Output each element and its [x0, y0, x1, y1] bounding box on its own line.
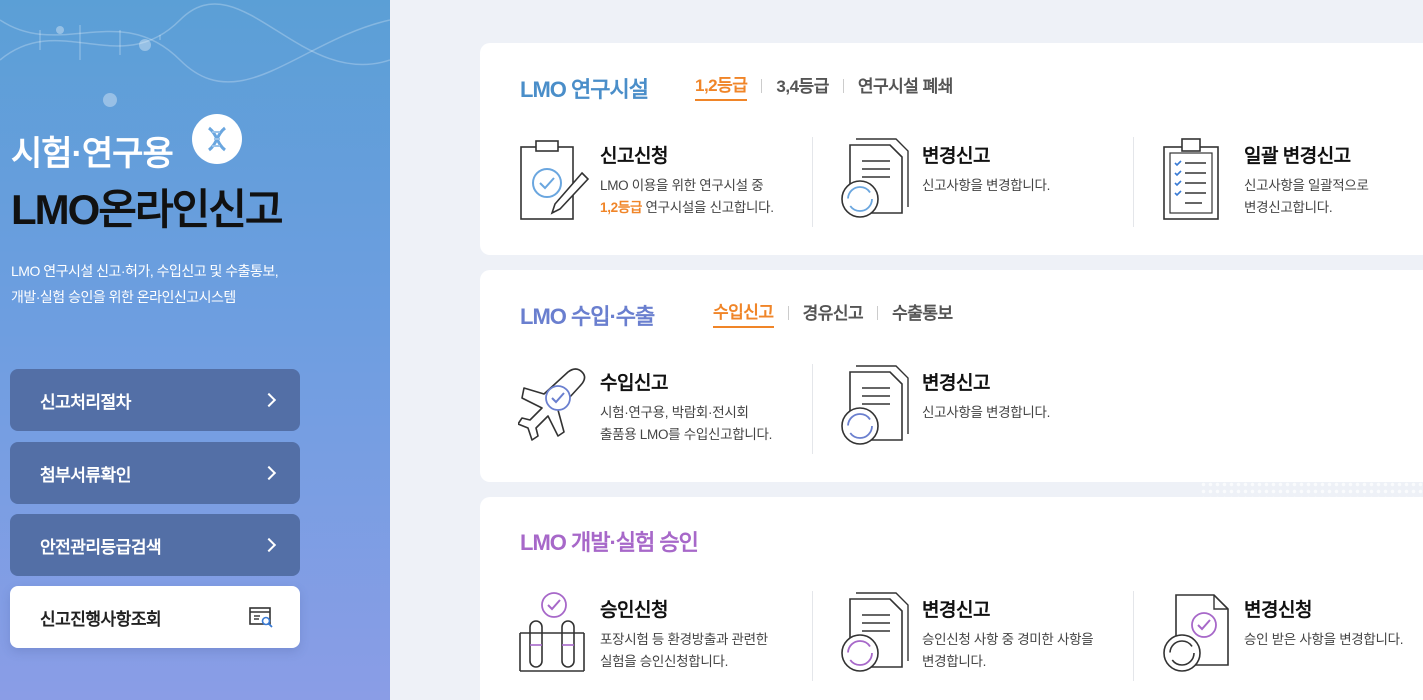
- airplane-check-icon: [518, 368, 586, 441]
- card-title: LMO 수입·수출: [520, 304, 655, 329]
- description-line: 변경합니다.: [922, 654, 987, 669]
- sidebar: 시험·연구용 LMO온라인신고 LMO 연구시설 신고·허가, 수입신고 및 수…: [0, 0, 390, 700]
- divider: [812, 364, 813, 454]
- item-description: 포장시험 등 환경방출과 관련한 실험을 승인신청합니다.: [600, 629, 768, 673]
- menu-button-status-inquiry[interactable]: 신고진행사항조회: [10, 586, 300, 648]
- description-line: 1,2등급 연구시설을 신고합니다.: [600, 197, 774, 219]
- tab-grade-3-4[interactable]: 3,4등급: [776, 72, 829, 100]
- chevron-right-icon: [261, 537, 277, 553]
- divider: [812, 591, 813, 681]
- item-title: 변경신청: [1244, 600, 1312, 621]
- description-line: 승인신청 사항 중 경미한 사항을: [922, 632, 1094, 647]
- tab-separator: [761, 79, 763, 93]
- item-description: 신고사항을 일괄적으로 변경신고합니다.: [1244, 175, 1369, 219]
- document-refresh-icon: [841, 365, 909, 445]
- description-line: 승인 받은 사항을 변경합니다.: [1244, 632, 1404, 647]
- tab-grade-1-2[interactable]: 1,2등급: [695, 71, 748, 101]
- document-search-icon: [249, 607, 273, 628]
- description-line: 신고사항을 일괄적으로: [1244, 178, 1369, 193]
- tab-facility-closure[interactable]: 연구시설 폐쇄: [858, 72, 954, 100]
- item-title: 신고신청: [600, 146, 668, 167]
- item-title: 변경신고: [922, 373, 990, 394]
- menu-button-label: 신고진행사항조회: [40, 609, 162, 629]
- item-change-report[interactable]: 변경신고 신고사항을 변경합니다.: [840, 137, 1140, 237]
- sidebar-description: LMO 연구시설 신고·허가, 수입신고 및 수출통보, 개발·실험 승인을 위…: [11, 258, 341, 310]
- divider: [1133, 591, 1134, 681]
- item-report-application[interactable]: 신고신청 LMO 이용을 위한 연구시설 중 1,2등급 연구시설을 신고합니다…: [518, 137, 818, 237]
- document-check-refresh-icon: [1163, 594, 1229, 672]
- item-description: 승인 받은 사항을 변경합니다.: [1244, 629, 1404, 651]
- document-refresh-icon: [841, 592, 909, 672]
- card-import-export: LMO 수입·수출 수입신고 경유신고 수출통보 수입신고 시험·연구용, 박람…: [480, 270, 1423, 482]
- description-line: 포장시험 등 환경방출과 관련한: [600, 632, 768, 647]
- item-title: 일괄 변경신고: [1244, 146, 1351, 167]
- item-change-report[interactable]: 변경신고 승인신청 사항 중 경미한 사항을 변경합니다.: [840, 591, 1140, 691]
- item-description: 승인신청 사항 중 경미한 사항을 변경합니다.: [922, 629, 1094, 673]
- tab-transit-report[interactable]: 경유신고: [803, 299, 864, 327]
- page-title-line1: 시험·연구용: [11, 135, 174, 173]
- tab-separator: [842, 79, 844, 93]
- item-title: 승인신청: [600, 600, 668, 621]
- menu-button-attachments[interactable]: 첨부서류확인: [10, 442, 300, 504]
- tab-import-report[interactable]: 수입신고: [713, 298, 774, 328]
- tab-export-notice[interactable]: 수출통보: [892, 299, 953, 327]
- chevron-right-icon: [261, 392, 277, 408]
- test-tubes-check-icon: [519, 592, 585, 672]
- tab-separator: [877, 306, 879, 320]
- description-line: 개발·실험 승인을 위한 온라인신고시스템: [11, 289, 236, 305]
- description-line: LMO 이용을 위한 연구시설 중: [600, 178, 764, 193]
- dna-decoration: [0, 3, 390, 107]
- divider: [1133, 137, 1134, 227]
- description-line: 실험을 승인신청합니다.: [600, 654, 729, 669]
- description-line: LMO 연구시설 신고·허가, 수입신고 및 수출통보,: [11, 263, 279, 279]
- clipboard-pen-icon: [520, 140, 590, 220]
- description-text: 연구시설을 신고합니다.: [642, 200, 774, 215]
- item-title: 수입신고: [600, 373, 668, 394]
- checklist-clipboard-icon: [1163, 138, 1219, 220]
- chevron-right-icon: [261, 465, 277, 481]
- description-line: 신고사항을 변경합니다.: [922, 405, 1051, 420]
- description-line: 변경신고합니다.: [1244, 200, 1333, 215]
- menu-button-label: 안전관리등급검색: [40, 537, 162, 557]
- item-title: 변경신고: [922, 600, 990, 621]
- item-description: 시험·연구용, 박람회·전시회 출품용 LMO를 수입신고합니다.: [600, 402, 772, 446]
- tab-bar: 수입신고 경유신고 수출통보: [713, 298, 953, 328]
- item-import-report[interactable]: 수입신고 시험·연구용, 박람회·전시회 출품용 LMO를 수입신고합니다.: [518, 364, 818, 464]
- item-change-application[interactable]: 변경신청 승인 받은 사항을 변경합니다.: [1162, 591, 1423, 691]
- menu-button-label: 신고처리절차: [40, 392, 131, 412]
- highlight-grade: 1,2등급: [600, 200, 643, 215]
- card-title: LMO 개발·실험 승인: [520, 530, 699, 555]
- item-description: 신고사항을 변경합니다.: [922, 402, 1050, 424]
- item-bulk-change-report[interactable]: 일괄 변경신고 신고사항을 일괄적으로 변경신고합니다.: [1162, 137, 1423, 237]
- menu-button-grade-search[interactable]: 안전관리등급검색: [10, 514, 300, 576]
- page-title-line2: LMO온라인신고: [11, 186, 284, 233]
- item-title: 변경신고: [922, 146, 990, 167]
- menu-button-procedure[interactable]: 신고처리절차: [10, 369, 300, 431]
- item-description: 신고사항을 변경합니다.: [922, 175, 1050, 197]
- dna-icon: [192, 114, 242, 164]
- item-description: LMO 이용을 위한 연구시설 중 1,2등급 연구시설을 신고합니다.: [600, 175, 774, 219]
- menu-button-label: 첨부서류확인: [40, 465, 131, 485]
- card-development-approval: LMO 개발·실험 승인 승인신청 포장시험 등 환경방출과 관련한 실험을 승…: [480, 497, 1423, 700]
- tab-bar: 1,2등급 3,4등급 연구시설 폐쇄: [695, 71, 953, 101]
- description-line: 신고사항을 변경합니다.: [922, 178, 1051, 193]
- tab-separator: [787, 306, 789, 320]
- document-refresh-icon: [841, 138, 909, 218]
- divider: [812, 137, 813, 227]
- item-approval-application[interactable]: 승인신청 포장시험 등 환경방출과 관련한 실험을 승인신청합니다.: [518, 591, 818, 691]
- description-line: 시험·연구용, 박람회·전시회: [600, 405, 749, 420]
- item-change-report[interactable]: 변경신고 신고사항을 변경합니다.: [840, 364, 1140, 464]
- card-research-facility: LMO 연구시설 1,2등급 3,4등급 연구시설 폐쇄 신고신청 LMO 이용…: [480, 43, 1423, 255]
- description-line: 출품용 LMO를 수입신고합니다.: [600, 427, 773, 442]
- card-title: LMO 연구시설: [520, 77, 649, 102]
